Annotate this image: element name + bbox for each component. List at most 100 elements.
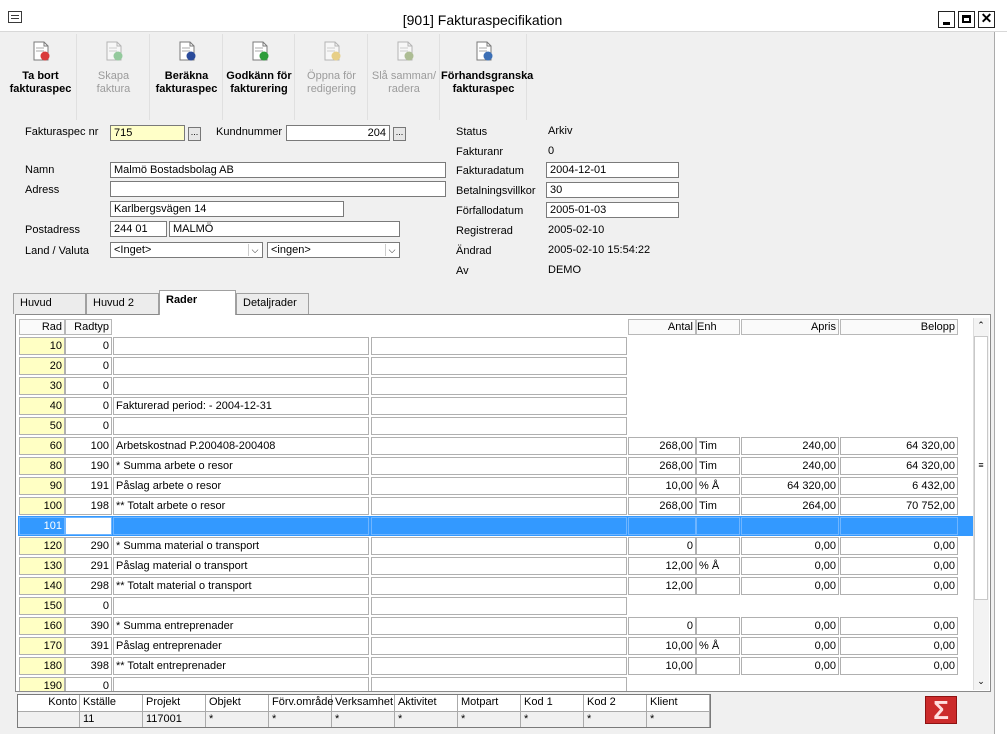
cell-rad[interactable]: 100 [19,497,65,515]
toolbar-button-2[interactable]: Beräkna fakturaspec [151,34,223,120]
cell-enh[interactable] [696,577,740,595]
dimension-value[interactable]: 117001 [143,711,206,727]
cell-text[interactable]: Påslag entreprenader [113,637,369,655]
column-header-antal[interactable]: Antal [628,319,696,335]
cell-belopp[interactable]: 0,00 [840,617,958,635]
postnr-field[interactable]: 244 01 [110,221,167,237]
cell-text[interactable]: Påslag material o transport [113,557,369,575]
cell-text[interactable] [113,417,369,435]
dimension-value[interactable]: * [647,711,710,727]
cell-rad[interactable]: 90 [19,477,65,495]
toolbar-button-0[interactable]: Ta bort fakturaspec [5,34,77,120]
dimension-value[interactable]: 11 [80,711,143,727]
betalningsvillkor-field[interactable]: 30 [546,182,679,198]
cell-antal[interactable]: 268,00 [628,437,696,455]
cell-radtyp[interactable]: 0 [65,597,112,615]
cell-radtyp[interactable]: 298 [65,577,112,595]
toolbar-button-6[interactable]: Förhandsgranska fakturaspec [441,34,533,120]
dimension-value[interactable]: * [584,711,647,727]
kundnummer-field[interactable]: 204 [286,125,390,141]
cell-antal[interactable]: 0 [628,617,696,635]
sigma-button[interactable]: Σ [925,696,957,724]
scroll-down-icon[interactable]: ⌄ [975,676,987,688]
cell-radtyp[interactable]: 190 [65,457,112,475]
cell-rad[interactable]: 150 [19,597,65,615]
cell-antal[interactable] [628,517,696,535]
rows-grid[interactable]: Rad Radtyp Antal Enh Apris Belopp 10 0 20 0 30 0 40 0… [15,314,991,692]
dimension-value[interactable] [18,711,80,727]
dimension-value[interactable]: * [269,711,332,727]
cell-radtyp[interactable]: 391 [65,637,112,655]
cell-belopp[interactable]: 0,00 [840,657,958,675]
cell-radtyp[interactable]: 291 [65,557,112,575]
cell-text[interactable] [113,337,369,355]
cell-rad[interactable]: 130 [19,557,65,575]
column-header-enh[interactable]: Enh [696,319,740,335]
cell-text[interactable]: Fakturerad period: - 2004-12-31 [113,397,369,415]
forfallodatum-field[interactable]: 2005-01-03 [546,202,679,218]
cell-text2[interactable] [371,677,627,691]
cell-apris[interactable]: 0,00 [741,537,839,555]
cell-text2[interactable] [371,397,627,415]
cell-text2[interactable] [371,457,627,475]
cell-text2[interactable] [371,357,627,375]
fakturadatum-field[interactable]: 2004-12-01 [546,162,679,178]
toolbar-button-5[interactable]: Slå samman/radera [369,34,440,120]
cell-belopp[interactable]: 0,00 [840,577,958,595]
cell-radtyp[interactable]: 0 [65,377,112,395]
cell-antal[interactable]: 10,00 [628,657,696,675]
cell-enh[interactable]: % Å [696,477,740,495]
cell-belopp[interactable]: 6 432,00 [840,477,958,495]
cell-text2[interactable] [371,477,627,495]
cell-apris[interactable]: 64 320,00 [741,477,839,495]
cell-text[interactable] [113,677,369,691]
namn-field[interactable]: Malmö Bostadsbolag AB [110,162,446,178]
cell-rad[interactable]: 170 [19,637,65,655]
cell-antal[interactable]: 0 [628,537,696,555]
cell-enh[interactable]: Tim [696,497,740,515]
cell-text2[interactable] [371,417,627,435]
cell-antal[interactable]: 10,00 [628,477,696,495]
cell-text[interactable] [113,377,369,395]
cell-apris[interactable]: 240,00 [741,437,839,455]
dimension-value[interactable]: * [521,711,584,727]
cell-rad[interactable]: 80 [19,457,65,475]
dimension-value[interactable]: * [395,711,458,727]
cell-antal[interactable]: 12,00 [628,557,696,575]
cell-radtyp[interactable]: 0 [65,417,112,435]
column-header-apris[interactable]: Apris [741,319,839,335]
cell-text2[interactable] [371,377,627,395]
cell-radtyp[interactable]: 0 [65,677,112,691]
cell-radtyp[interactable]: 191 [65,477,112,495]
column-header-rad[interactable]: Rad [19,319,65,335]
cell-apris[interactable]: 0,00 [741,617,839,635]
adress2-field[interactable]: Karlbergsvägen 14 [110,201,344,217]
cell-enh[interactable] [696,517,740,535]
cell-rad[interactable]: 20 [19,357,65,375]
cell-rad[interactable]: 101 [19,517,65,535]
tab-huvud[interactable]: Huvud [13,293,86,314]
cell-radtyp[interactable]: 100 [65,437,112,455]
cell-belopp[interactable]: 70 752,00 [840,497,958,515]
cell-text[interactable]: Påslag arbete o resor [113,477,369,495]
cell-apris[interactable] [741,517,839,535]
ort-field[interactable]: MALMÖ [169,221,400,237]
cell-text[interactable] [113,357,369,375]
cell-apris[interactable]: 0,00 [741,637,839,655]
dimension-value[interactable]: * [332,711,395,727]
cell-rad[interactable]: 140 [19,577,65,595]
close-button[interactable]: ✕ [978,10,995,28]
cell-radtyp[interactable]: 398 [65,657,112,675]
cell-belopp[interactable]: 64 320,00 [840,437,958,455]
cell-text2[interactable] [371,597,627,615]
cell-radtyp[interactable]: 0 [65,357,112,375]
cell-apris[interactable]: 0,00 [741,557,839,575]
cell-antal[interactable]: 268,00 [628,497,696,515]
toolbar-button-4[interactable]: Öppna för redigering [296,34,368,120]
tab-huvud-2[interactable]: Huvud 2 [86,293,159,314]
cell-belopp[interactable]: 64 320,00 [840,457,958,475]
cell-antal[interactable]: 12,00 [628,577,696,595]
cell-text[interactable]: * Summa entreprenader [113,617,369,635]
cell-text2[interactable] [371,497,627,515]
maximize-button[interactable] [958,11,975,28]
